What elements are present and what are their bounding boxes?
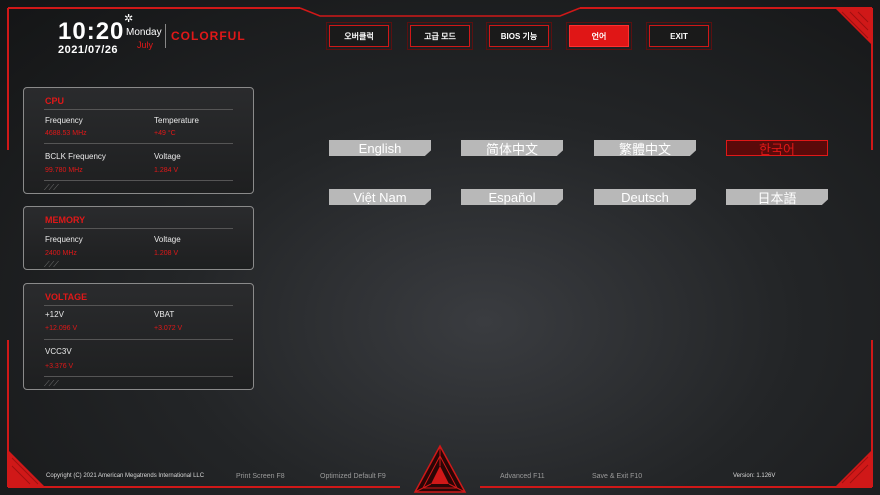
memory-frequency-label: Frequency	[45, 235, 83, 244]
language-vietnamese-button[interactable]: Việt Nam	[329, 189, 431, 205]
divider	[44, 143, 233, 144]
memory-voltage-label: Voltage	[154, 235, 181, 244]
clock-month: July	[137, 40, 154, 50]
cpu-temperature-value: +49 °C	[154, 130, 176, 137]
tab-advanced-mode[interactable]: 고급 모드	[407, 22, 473, 50]
tab-exit[interactable]: EXIT	[646, 22, 712, 50]
vbat-value: +3.072 V	[154, 325, 183, 332]
copyright-text: Copyright (C) 2021 American Megatrends I…	[46, 473, 205, 479]
v12-label: +12V	[45, 310, 64, 319]
memory-title: MEMORY	[45, 215, 86, 225]
cpu-bclk-label: BCLK Frequency	[45, 152, 106, 161]
save-exit-hint[interactable]: Save & Exit F10	[592, 473, 642, 480]
divider	[44, 228, 233, 229]
language-traditional-chinese-button[interactable]: 繁體中文	[594, 140, 696, 156]
gear-icon[interactable]: ✲	[124, 12, 133, 25]
cpu-temperature-label: Temperature	[154, 116, 199, 125]
vcc3v-label: VCC3V	[45, 347, 72, 356]
memory-voltage-value: 1.208 V	[154, 250, 179, 257]
clock: 10:20 2021/07/26	[58, 18, 125, 57]
tab-bios-features[interactable]: BIOS 기능	[486, 22, 552, 50]
divider	[44, 109, 233, 110]
cpu-frequency-label: Frequency	[45, 116, 83, 125]
cpu-panel: CPU Frequency 4688.53 MHz Temperature +4…	[23, 87, 254, 194]
language-japanese-button[interactable]: 日本語	[726, 189, 828, 205]
memory-frequency-value: 2400 MHz	[45, 250, 77, 257]
divider	[44, 180, 233, 181]
vcc3v-value: +3.376 V	[45, 363, 74, 370]
voltage-panel: VOLTAGE +12V +12.096 V VBAT +3.072 V VCC…	[23, 283, 254, 390]
voltage-title: VOLTAGE	[45, 292, 88, 302]
v12-value: +12.096 V	[45, 325, 78, 332]
colorful-triangle-logo	[413, 444, 467, 493]
optimized-default-hint[interactable]: Optimized Default F9	[320, 473, 386, 480]
language-english-button[interactable]: English	[329, 140, 431, 156]
clock-date: 2021/07/26	[58, 44, 119, 56]
advanced-hint[interactable]: Advanced F11	[500, 473, 545, 480]
divider	[44, 376, 233, 377]
version-text: Version: 1.126V	[733, 473, 776, 479]
cpu-frequency-value: 4688.53 MHz	[45, 130, 87, 137]
language-simplified-chinese-button[interactable]: 简体中文	[461, 140, 563, 156]
clock-time: 10:20	[58, 18, 125, 45]
language-korean-button[interactable]: 한국어	[726, 140, 828, 157]
clock-day: Monday	[126, 27, 162, 38]
memory-panel: MEMORY Frequency 2400 MHz Voltage 1.208 …	[23, 206, 254, 270]
panel-decoration: ⟋⟋⟋	[44, 379, 59, 388]
language-spanish-button[interactable]: Español	[461, 189, 563, 205]
vbat-label: VBAT	[154, 310, 175, 319]
brand-logo: COLORFUL	[171, 29, 246, 43]
tab-language[interactable]: 언어	[566, 22, 632, 50]
cpu-voltage-value: 1.284 V	[154, 167, 179, 174]
cpu-title: CPU	[45, 96, 65, 106]
divider	[44, 339, 233, 340]
cpu-voltage-label: Voltage	[154, 152, 181, 161]
print-screen-hint[interactable]: Print Screen F8	[236, 473, 285, 480]
panel-decoration: ⟋⟋⟋	[44, 183, 59, 192]
tab-overclock[interactable]: 오버클럭	[326, 22, 392, 50]
brand-divider	[165, 24, 166, 48]
cpu-bclk-value: 99.780 MHz	[45, 167, 83, 174]
language-german-button[interactable]: Deutsch	[594, 189, 696, 205]
divider	[44, 305, 233, 306]
panel-decoration: ⟋⟋⟋	[44, 260, 59, 269]
